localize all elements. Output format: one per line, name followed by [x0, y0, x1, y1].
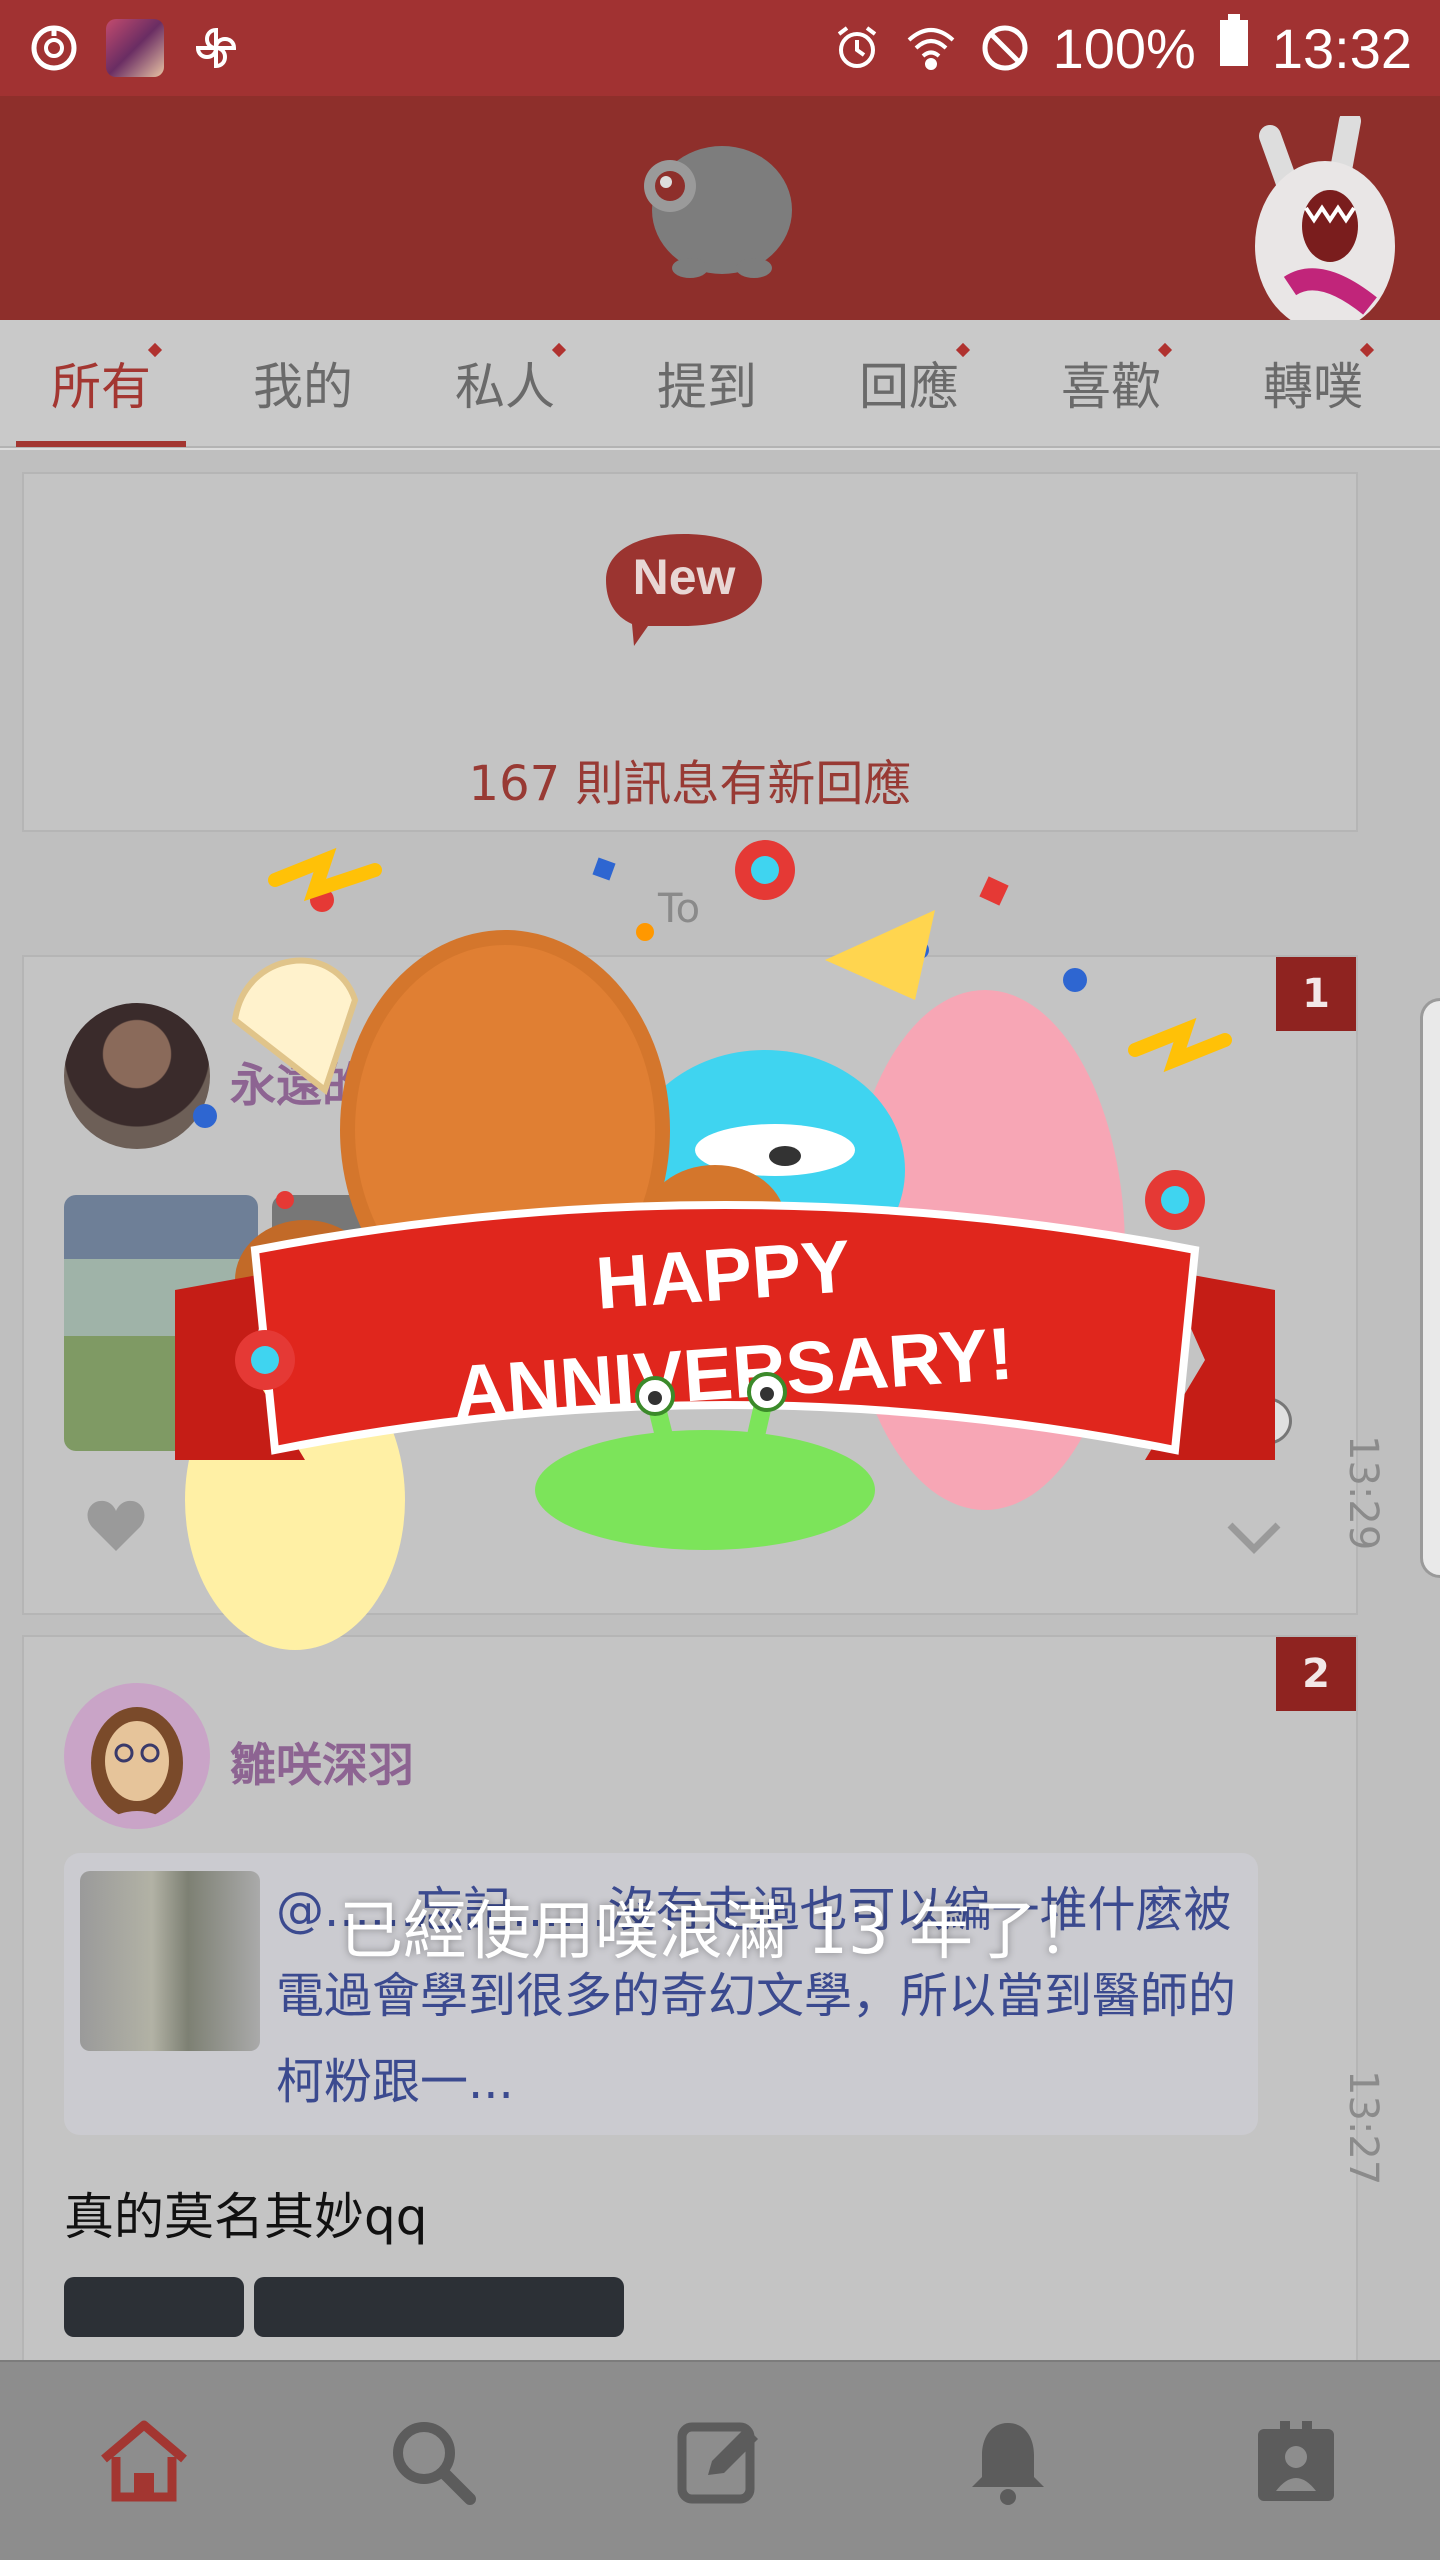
anniversary-overlay[interactable]: HAPPY ANNIVERSARY! 已經使用噗浪滿 13 年了！: [0, 0, 1440, 2560]
anniversary-sticker[interactable]: HAPPY ANNIVERSARY!: [175, 800, 1275, 1730]
anniversary-message: 已經使用噗浪滿 13 年了！: [338, 1895, 1102, 1969]
svg-text:HAPPY: HAPPY: [593, 1224, 853, 1325]
